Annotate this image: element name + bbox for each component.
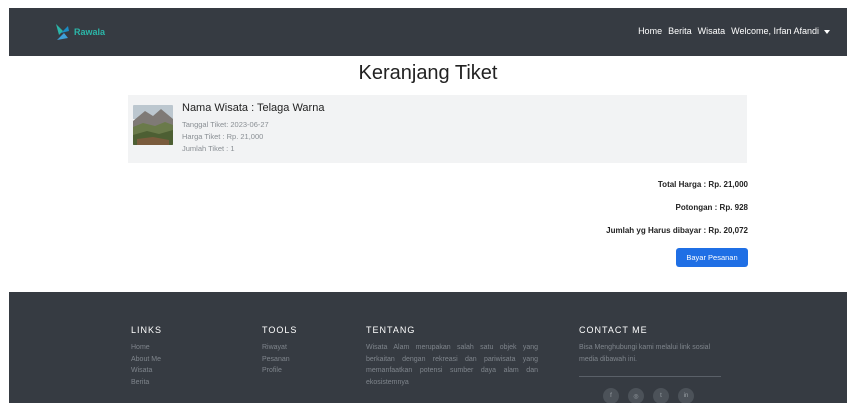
footer-link-riwayat[interactable]: Riwayat — [262, 342, 297, 354]
user-menu-dropdown[interactable]: Welcome, Irfan Afandi — [731, 26, 830, 36]
destination-image — [133, 105, 173, 145]
nav-link-wisata[interactable]: Wisata — [698, 26, 726, 36]
footer-link-pesanan[interactable]: Pesanan — [262, 354, 297, 366]
footer-link-berita[interactable]: Berita — [131, 377, 162, 389]
footer-contact-heading: CONTACT ME — [579, 325, 648, 335]
footer-links-column: LINKS Home About Me Wisata Berita — [131, 325, 162, 388]
facebook-icon[interactable]: f — [603, 388, 619, 403]
discount: Potongan : Rp. 928 — [675, 203, 748, 212]
item-name: Nama Wisata : Telaga Warna — [182, 102, 325, 114]
page-title: Keranjang Tiket — [358, 62, 498, 84]
footer-divider — [579, 376, 721, 377]
footer-link-wisata[interactable]: Wisata — [131, 365, 162, 377]
item-price: Harga Tiket : Rp. 21,000 — [182, 132, 264, 141]
total-price: Total Harga : Rp. 21,000 — [657, 180, 748, 189]
brand[interactable]: Rawala — [53, 22, 105, 42]
footer-contact-text: Bisa Menghubungi kami melalui link sosia… — [579, 344, 711, 363]
footer-tools-heading: TOOLS — [262, 325, 298, 335]
amount-due: Jumlah yg Harus dibayar : Rp. 20,072 — [606, 226, 748, 235]
twitter-icon[interactable]: t — [653, 388, 669, 403]
footer-link-profile[interactable]: Profile — [262, 365, 297, 377]
footer-about-column: TENTANG Wisata Alam merupakan salah satu… — [366, 325, 538, 388]
pay-order-button[interactable]: Bayar Pesanan — [676, 248, 748, 267]
user-menu-label: Welcome, Irfan Afandi — [731, 26, 819, 36]
footer-about-heading: TENTANG — [366, 325, 416, 335]
destination-thumbnail — [133, 105, 173, 145]
caret-down-icon — [824, 29, 830, 34]
footer-links-heading: LINKS — [131, 325, 163, 335]
nav-links: Home Berita Wisata Welcome, Irfan Afandi — [632, 26, 830, 36]
footer: LINKS Home About Me Wisata Berita TOOLS … — [9, 292, 847, 403]
brand-logo-icon — [56, 24, 69, 40]
linkedin-icon[interactable]: in — [678, 388, 694, 403]
cart-item: Nama Wisata : Telaga Warna Tanggal Tiket… — [128, 95, 747, 163]
item-quantity: Jumlah Tiket : 1 — [182, 144, 235, 153]
nav-link-home[interactable]: Home — [638, 26, 662, 36]
item-date: Tanggal Tiket: 2023-06-27 — [182, 120, 269, 129]
nav-link-berita[interactable]: Berita — [668, 26, 692, 36]
instagram-icon[interactable]: ◎ — [628, 388, 644, 403]
navbar: Rawala Home Berita Wisata Welcome, Irfan… — [9, 8, 847, 56]
footer-link-home[interactable]: Home — [131, 342, 162, 354]
footer-tools-column: TOOLS Riwayat Pesanan Profile — [262, 325, 297, 377]
social-links: f ◎ t in — [603, 388, 703, 403]
footer-about-text: Wisata Alam merupakan salah satu objek y… — [366, 344, 538, 386]
footer-link-about[interactable]: About Me — [131, 354, 162, 366]
footer-contact-column: CONTACT ME Bisa Menghubungi kami melalui… — [579, 325, 729, 365]
page: Rawala Home Berita Wisata Welcome, Irfan… — [0, 0, 856, 403]
brand-name: Rawala — [74, 27, 106, 37]
